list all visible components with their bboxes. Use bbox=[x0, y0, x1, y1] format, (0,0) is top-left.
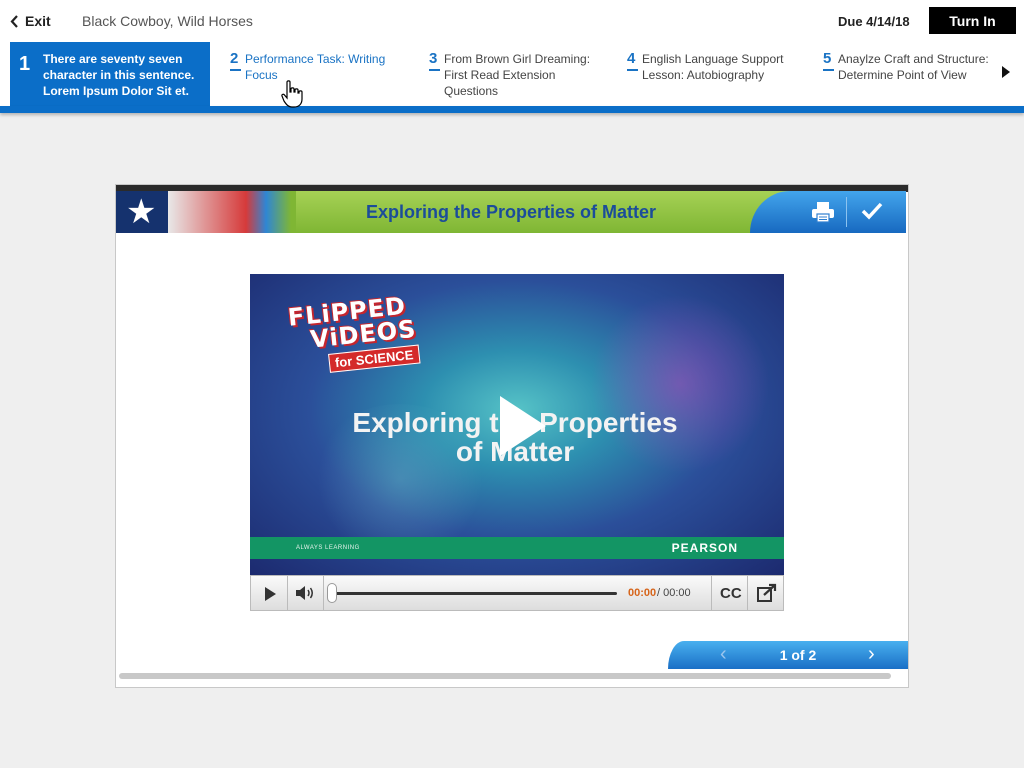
banner-divider bbox=[846, 197, 847, 227]
star-icon: ★ bbox=[126, 193, 157, 231]
print-icon[interactable] bbox=[810, 201, 836, 223]
task-label: English Language Support Lesson: Autobio… bbox=[642, 52, 784, 82]
task-number: 4 bbox=[627, 50, 636, 67]
control-divider bbox=[747, 576, 748, 610]
duration: / 00:00 bbox=[657, 587, 691, 599]
due-date: Due 4/14/18 bbox=[838, 14, 910, 29]
exit-label: Exit bbox=[25, 13, 51, 29]
chevron-left-icon[interactable]: ‹ bbox=[720, 643, 727, 666]
top-bar: Exit Black Cowboy, Wild Horses Due 4/14/… bbox=[0, 0, 1024, 42]
always-learning-text: ALWAYS LEARNING bbox=[296, 545, 360, 551]
closed-captions-button[interactable]: CC bbox=[720, 585, 742, 602]
task-tabs: 1 There are seventy seven character in t… bbox=[0, 42, 1024, 106]
exit-button[interactable]: Exit bbox=[10, 12, 51, 30]
banner-title: Exploring the Properties of Matter bbox=[365, 202, 657, 222]
texas-flag-graphic: ★ bbox=[116, 191, 296, 233]
task-tab-5[interactable]: 5 Anaylze Craft and Structure: Determine… bbox=[813, 42, 993, 106]
play-overlay-icon[interactable] bbox=[500, 396, 546, 456]
turn-in-button[interactable]: Turn In bbox=[929, 7, 1016, 34]
chevron-right-icon[interactable]: › bbox=[868, 643, 875, 666]
content-panel: ★ Exploring the Properties of Matter FLi… bbox=[115, 184, 909, 688]
task-label: Performance Task: Writing Focus bbox=[245, 52, 386, 82]
task-label: Anaylze Craft and Structure: Determine P… bbox=[838, 52, 989, 82]
task-number: 1 bbox=[19, 53, 31, 75]
task-number: 5 bbox=[823, 50, 832, 67]
popout-icon[interactable] bbox=[756, 583, 778, 603]
page-navigator: ‹ 1 of 2 › bbox=[668, 641, 908, 669]
play-button[interactable] bbox=[251, 576, 288, 610]
task-label: From Brown Girl Dreaming: First Read Ext… bbox=[444, 52, 591, 98]
task-label: There are seventy seven character in thi… bbox=[43, 52, 195, 98]
progress-knob[interactable] bbox=[327, 583, 337, 603]
video-footer: ALWAYS LEARNING PEARSON bbox=[250, 537, 784, 559]
video-controls: 00:00 / 00:00 CC bbox=[250, 575, 784, 611]
control-divider bbox=[711, 576, 712, 610]
flipped-videos-logo: FLiPPED ViDEOS for SCIENCE bbox=[287, 288, 444, 376]
task-tab-4[interactable]: 4 English Language Support Lesson: Autob… bbox=[617, 42, 807, 106]
task-number: 2 bbox=[230, 50, 239, 67]
task-tab-3[interactable]: 3 From Brown Girl Dreaming: First Read E… bbox=[419, 42, 609, 106]
task-tab-2[interactable]: 2 Performance Task: Writing Focus bbox=[220, 42, 410, 106]
check-icon[interactable] bbox=[861, 201, 883, 221]
task-number-underline bbox=[429, 69, 440, 71]
lesson-banner: ★ Exploring the Properties of Matter bbox=[116, 191, 906, 233]
pearson-logo: PEARSON bbox=[671, 541, 738, 555]
video-player[interactable]: FLiPPED ViDEOS for SCIENCE Exploring the… bbox=[250, 274, 784, 575]
page-indicator: 1 of 2 bbox=[779, 647, 817, 663]
task-number-underline bbox=[627, 69, 638, 71]
task-number-underline bbox=[230, 69, 241, 71]
lesson-title: Black Cowboy, Wild Horses bbox=[82, 13, 253, 29]
current-time: 00:00 bbox=[628, 587, 657, 599]
hand-cursor-icon bbox=[281, 80, 303, 108]
volume-button[interactable] bbox=[287, 576, 324, 610]
next-tasks-arrow-icon[interactable] bbox=[1002, 66, 1010, 78]
play-icon bbox=[265, 587, 276, 601]
horizontal-scrollbar[interactable] bbox=[119, 673, 891, 679]
task-tab-1[interactable]: 1 There are seventy seven character in t… bbox=[10, 42, 210, 106]
progress-track[interactable] bbox=[330, 592, 617, 595]
task-number-underline bbox=[823, 69, 834, 71]
task-number: 3 bbox=[429, 50, 438, 67]
chevron-left-icon bbox=[10, 14, 18, 28]
tabs-underline-bar bbox=[0, 106, 1024, 113]
volume-icon bbox=[296, 586, 313, 600]
